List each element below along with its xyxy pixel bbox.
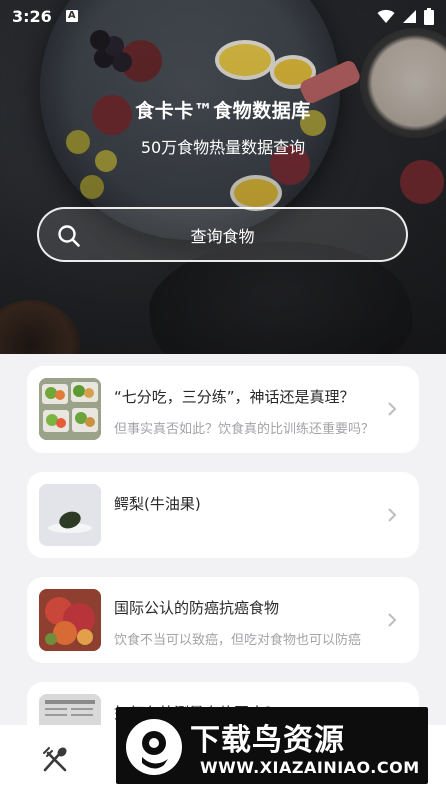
wifi-icon (377, 9, 395, 23)
article-card[interactable]: 鳄梨(牛油果) (27, 472, 419, 558)
bird-logo-icon (126, 719, 182, 775)
fork-knife-icon[interactable] (40, 745, 70, 775)
article-card[interactable]: 国际公认的防癌抗癌食物 饮食不当可以致癌，但吃对食物也可以防癌 (27, 577, 419, 663)
card-title: 国际公认的防癌抗癌食物 (114, 599, 280, 617)
signal-icon (403, 9, 416, 23)
watermark-url: WWW.XIAZAINIAO.COM (200, 758, 420, 777)
card-title: 鳄梨(牛油果) (114, 495, 201, 513)
app-title: 食卡卡™食物数据库 (135, 100, 311, 122)
chevron-right-icon (388, 613, 397, 627)
search-label: 查询食物 (190, 226, 255, 246)
notification-a-icon: A (65, 10, 78, 22)
app-subtitle: 50万食物热量数据查询 (140, 138, 306, 157)
watermark-banner: 下载鸟资源 WWW.XIAZAINIAO.COM (116, 707, 428, 784)
card-thumbnail-meal-prep (39, 378, 101, 440)
card-thumbnail-vegetables (39, 589, 101, 651)
article-card[interactable]: “七分吃，三分练”，神话还是真理？ 但事实真否如此？饮食真的比训练还重要吗？ (27, 366, 419, 453)
battery-icon (424, 7, 434, 25)
card-description: 但事实真否如此？饮食真的比训练还重要吗？ (114, 422, 375, 437)
status-bar: 3:26 A (0, 0, 446, 32)
search-food-button[interactable]: 查询食物 (37, 207, 408, 262)
card-title: “七分吃，三分练”，神话还是真理？ (114, 388, 355, 406)
search-icon (58, 225, 80, 247)
card-description: 饮食不当可以致癌，但吃对食物也可以防癌 (114, 633, 362, 648)
chevron-right-icon (388, 402, 397, 416)
card-thumbnail-avocado (39, 484, 101, 546)
chevron-right-icon (388, 508, 397, 522)
watermark-title: 下载鸟资源 (190, 723, 345, 758)
hero-banner: 3:26 A 食卡卡™食物数据库 50万食物热量数据查询 查询食物 (0, 0, 446, 354)
status-time: 3:26 (12, 6, 52, 26)
